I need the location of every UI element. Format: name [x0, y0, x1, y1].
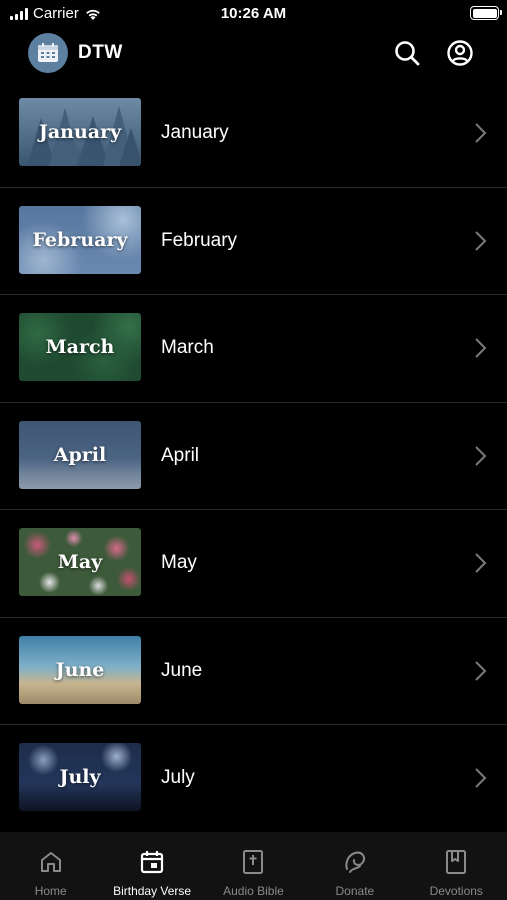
app-logo-avatar[interactable] — [28, 33, 68, 73]
bookmark-book-icon — [446, 850, 467, 874]
thumbnail-title: May — [57, 551, 103, 573]
tab-devotions[interactable]: Devotions — [406, 832, 507, 900]
chevron-right-icon — [475, 338, 487, 358]
tab-home[interactable]: Home — [0, 832, 101, 900]
status-time: 10:26 AM — [220, 5, 287, 22]
tab-donate[interactable]: Donate — [304, 832, 405, 900]
thumbnail-title: February — [32, 228, 128, 251]
account-circle-icon — [447, 40, 473, 66]
thumbnail-title: January — [38, 121, 122, 143]
month-label: April — [161, 444, 200, 466]
month-label: July — [161, 767, 195, 788]
battery-icon — [470, 6, 502, 20]
tab-label: Birthday Verse — [113, 884, 192, 898]
chevron-right-icon — [475, 230, 487, 251]
chevron-right-icon — [475, 768, 487, 788]
month-row-april[interactable]: April April — [0, 403, 507, 510]
thumbnail-title: April — [53, 443, 107, 466]
month-thumbnail: February — [19, 205, 141, 274]
chevron-right-icon — [475, 553, 487, 573]
tab-label: Home — [34, 884, 67, 898]
tab-bar: Home Birthday Verse Audio Bible Donate D… — [0, 832, 507, 900]
calendar-logo-icon — [38, 43, 58, 62]
app-header: DTW — [0, 32, 507, 74]
calendar-icon — [140, 851, 164, 874]
donate-icon — [345, 851, 365, 873]
month-thumbnail: July — [19, 743, 141, 811]
month-label: June — [161, 659, 203, 681]
home-icon — [40, 852, 61, 872]
tab-label: Audio Bible — [223, 884, 284, 898]
thumbnail-title: July — [59, 766, 101, 788]
tab-label: Devotions — [429, 884, 483, 898]
tab-audio-bible[interactable]: Audio Bible — [203, 832, 304, 900]
search-button[interactable] — [393, 39, 421, 67]
month-thumbnail: January — [19, 98, 141, 166]
month-row-february[interactable]: February February — [0, 188, 507, 295]
month-thumbnail: June — [19, 635, 141, 704]
chevron-right-icon — [475, 445, 487, 466]
status-bar: Carrier 10:26 AM — [0, 0, 507, 30]
chevron-right-icon — [475, 123, 487, 143]
month-row-january[interactable]: January January — [0, 80, 507, 188]
month-row-july[interactable]: July July — [0, 725, 507, 832]
month-row-may[interactable]: May May — [0, 510, 507, 618]
month-label: February — [161, 229, 238, 251]
month-row-march[interactable]: March March — [0, 295, 507, 403]
tab-label: Donate — [335, 884, 375, 898]
account-button[interactable] — [446, 39, 474, 67]
search-icon — [395, 41, 420, 66]
month-label: March — [161, 337, 214, 358]
tab-birthday-verse[interactable]: Birthday Verse — [101, 832, 202, 900]
month-row-june[interactable]: June June — [0, 618, 507, 725]
month-thumbnail: May — [19, 528, 141, 596]
thumbnail-title: March — [45, 336, 115, 358]
month-label: May — [161, 552, 197, 573]
month-list: January January February February March … — [0, 80, 507, 832]
month-label: January — [161, 122, 229, 143]
app-title: DTW — [78, 42, 123, 63]
thumbnail-title: June — [55, 658, 105, 681]
chevron-right-icon — [475, 660, 487, 681]
month-thumbnail: March — [19, 313, 141, 381]
month-thumbnail: April — [19, 420, 141, 489]
bible-icon — [243, 850, 264, 874]
